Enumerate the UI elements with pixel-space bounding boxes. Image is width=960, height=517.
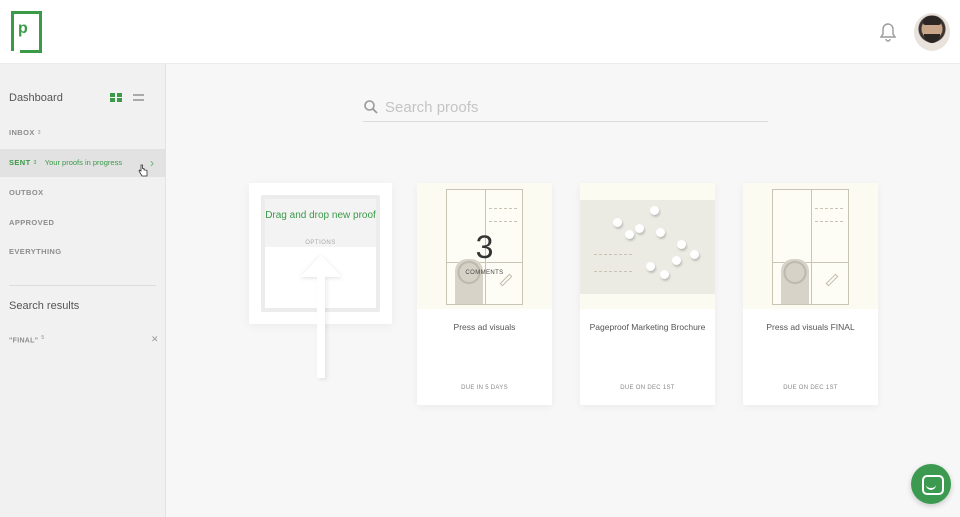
proof-title: Press ad visuals FINAL [766,322,855,332]
search-result-count: 5 [41,335,45,341]
brochure-preview [580,200,715,294]
search-icon [364,100,378,114]
comments-count: 3 [475,229,494,265]
upload-arrow-shaft [317,276,325,378]
dropzone-title: Drag and drop new proof [265,210,376,221]
hand-cursor-icon [138,164,148,177]
sidebar-item-count: 3 [37,130,41,136]
sidebar-item-count: 3 [33,160,37,166]
search-input[interactable] [385,96,755,118]
chevron-right-icon[interactable]: › [150,149,154,177]
sidebar-item-approved[interactable]: APPROVED [0,209,166,237]
press-ad-preview [772,189,849,305]
proof-title: Pageproof Marketing Brochure [589,322,706,332]
sidebar-item-label: APPROVED [9,218,55,227]
close-icon[interactable]: ✕ [151,334,159,345]
list-view-icon[interactable] [133,94,144,101]
search-results-title: Search results [9,300,80,312]
sidebar-item-everything[interactable]: EVERYTHING [0,238,166,266]
sidebar-item-label: OUTBOX [9,188,44,197]
proof-title: Press ad visuals [453,322,516,332]
sidebar-item-label: INBOX [9,128,35,137]
grid-view-icon[interactable] [110,93,122,102]
proof-thumbnail [580,183,715,309]
proof-card[interactable]: Pageproof Marketing Brochure DUE ON DEC … [580,183,715,405]
chat-icon[interactable] [911,464,951,504]
sidebar-divider [9,285,156,286]
sidebar: Dashboard INBOX 3 SENT 3 Your proofs in pro… [0,64,166,517]
sidebar-item-inbox[interactable]: INBOX 3 [0,119,166,147]
dropzone-options-link[interactable]: OPTIONS [265,240,376,246]
sidebar-item-subtitle: Your proofs in progress [44,158,123,167]
proof-card[interactable]: 3 COMMENTS Press ad visuals DUE IN 5 DAY… [417,183,552,405]
user-avatar[interactable] [914,13,950,51]
proof-card[interactable]: Press ad visuals FINAL DUE ON DEC 1ST [743,183,878,405]
search-result-label: "FINAL" [9,337,39,345]
proof-thumbnail [743,183,878,309]
sidebar-item-label: EVERYTHING [9,247,62,256]
upload-arrow-icon [300,255,342,277]
logo-letter: p [18,20,28,37]
search-result-final[interactable]: "FINAL" 5 [9,335,44,344]
proof-due-date: DUE IN 5 DAYS [461,385,508,391]
dashboard-title: Dashboard [9,92,63,104]
sidebar-item-label: SENT [9,158,31,167]
pageproof-logo[interactable]: p [11,11,42,53]
new-proof-dropzone[interactable]: Drag and drop new proof OPTIONS [249,183,392,378]
top-bar: p [0,0,960,64]
proof-due-date: DUE ON DEC 1ST [620,385,675,391]
proof-due-date: DUE ON DEC 1ST [783,385,838,391]
search-bar [363,94,768,122]
sidebar-item-outbox[interactable]: OUTBOX [0,179,166,207]
comments-label: COMMENTS [465,270,504,276]
proof-thumbnail: 3 COMMENTS [417,183,552,309]
bell-icon[interactable] [876,21,900,45]
